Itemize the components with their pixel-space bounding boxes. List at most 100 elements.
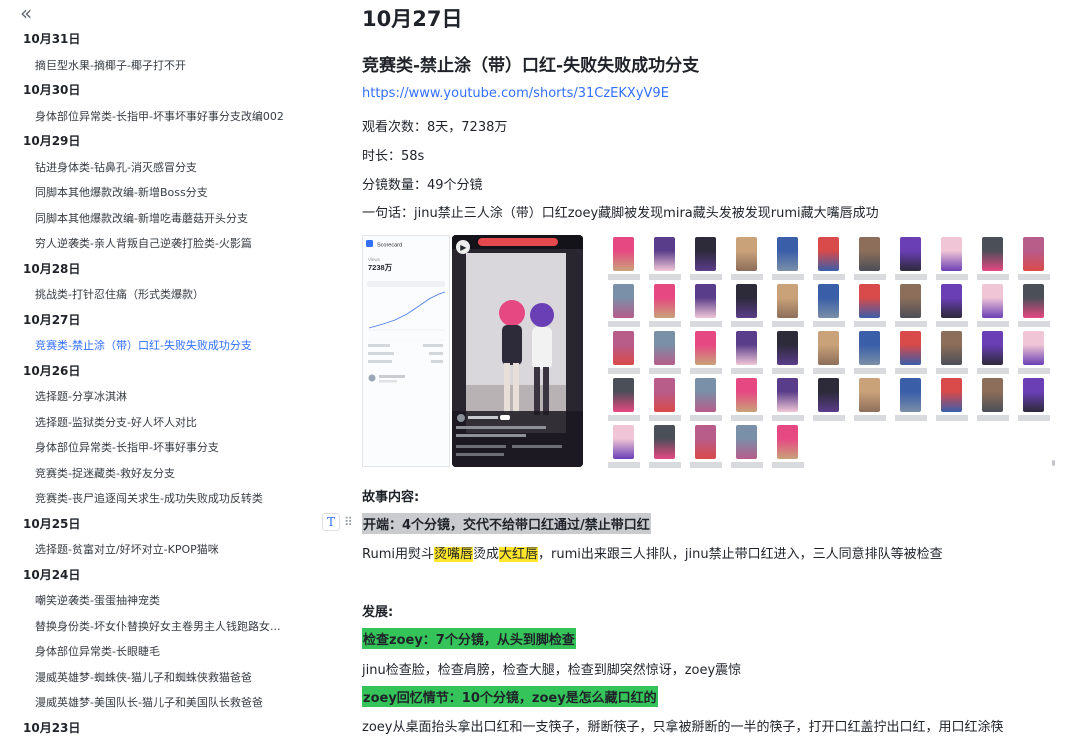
- outline-item[interactable]: 挑战类-打针忍住痛（形式类爆款）: [0, 282, 305, 308]
- outline-item[interactable]: 身体部位异常类-长指甲-坏事好事分支: [0, 435, 305, 461]
- outline-item[interactable]: 穷人逆袭类-亲人背叛自己逆袭打脸类-火影篇: [0, 231, 305, 257]
- storyboard-frame: [777, 284, 798, 318]
- storyboard-frame-caption: [608, 462, 640, 468]
- storyboard-frame: [1023, 378, 1044, 412]
- storyboard-frame: [818, 331, 839, 365]
- storyboard-frame-caption: [895, 274, 927, 280]
- storyboard-frame-caption: [608, 368, 640, 374]
- storyboard-frame: [982, 237, 1003, 271]
- storyboard-frame: [695, 284, 716, 318]
- storyboard-frame: [1023, 237, 1044, 271]
- storyboard-frame: [1023, 284, 1044, 318]
- storyboard-frame-caption: [731, 274, 763, 280]
- document-body: 10月27日 竞赛类-禁止涂（带）口红-失败失败成功分支 https://www…: [362, 0, 1062, 742]
- views-label: 观看次数：: [362, 120, 428, 135]
- meta-line-2: [456, 453, 504, 456]
- image-row: Scorecard Views 7238万 ▶: [362, 235, 1062, 470]
- outline-date-heading[interactable]: 10月28日: [0, 257, 318, 283]
- outline-date-heading[interactable]: 10月29日: [0, 129, 318, 155]
- storyboard-frame-caption: [813, 321, 845, 327]
- storyboard-frame-caption: [649, 415, 681, 421]
- outline-item[interactable]: 选择题-监狱类分支-好人坏人对比: [0, 410, 305, 436]
- storyboard-frame-caption: [854, 368, 886, 374]
- app-name: Scorecard: [377, 243, 402, 249]
- views-line: 观看次数：8天，7238万: [362, 116, 507, 135]
- scrollbar-thumb[interactable]: [1052, 460, 1055, 466]
- outline-date-heading[interactable]: 10月23日: [0, 716, 318, 742]
- outline-item[interactable]: 身体部位异常类-长指甲-坏事坏事好事分支改编002: [0, 104, 305, 130]
- outline-item[interactable]: 漫威英雄梦-蜘蛛侠-猫儿子和蜘蛛侠救猫爸爸: [0, 665, 305, 691]
- storyboard-frame: [736, 284, 757, 318]
- character-left-leg1: [504, 363, 510, 413]
- storyboard-frame: [613, 237, 634, 271]
- outline-item-active[interactable]: 竞赛类-禁止涂（带）口红-失败失败成功分支: [0, 333, 305, 359]
- outline-item[interactable]: 同脚本其他爆款改编-新增吃毒蘑菇开头分支: [0, 206, 305, 232]
- storyboard-frame: [654, 331, 675, 365]
- outline-item[interactable]: 竞赛类-丧尸追逐闯关求生-成功失败成功反转类: [0, 486, 305, 512]
- storyboard-frame: [859, 331, 880, 365]
- outline-item[interactable]: 漫威英雄梦-美国队长-猫儿子和美国队长救爸爸: [0, 690, 305, 716]
- storyboard-frame: [654, 237, 675, 271]
- character-right-hair: [530, 303, 554, 327]
- character-left-leg2: [513, 363, 519, 413]
- block-handle[interactable]: T ⠿: [322, 513, 356, 533]
- outline-item[interactable]: 选择题-分享冰淇淋: [0, 384, 305, 410]
- storyboard-frame-caption: [731, 462, 763, 468]
- outline-item[interactable]: 同脚本其他爆款改编-新增Boss分支: [0, 180, 305, 206]
- storyboard-frame-caption: [813, 415, 845, 421]
- outline-item[interactable]: 钻进身体类-钻鼻孔-消灭感冒分支: [0, 155, 305, 181]
- text-type-icon[interactable]: T: [322, 513, 340, 531]
- views-caption: Views: [368, 257, 381, 262]
- play-icon: ▶: [460, 243, 467, 252]
- storyboard-frame: [736, 237, 757, 271]
- storyboard-frame-caption: [895, 415, 927, 421]
- outline-item[interactable]: 身体部位异常类-长眼睫毛: [0, 639, 305, 665]
- views-number: 7238万: [368, 263, 393, 272]
- video-screenshot[interactable]: ▶: [452, 235, 583, 467]
- meta-line: [512, 445, 562, 448]
- storyboard-frame-caption: [977, 274, 1009, 280]
- storyboard-frame-caption: [690, 368, 722, 374]
- collapse-sidebar-icon[interactable]: «: [20, 3, 40, 25]
- storyboard-frame-caption: [649, 462, 681, 468]
- storyboard-frames-sheet[interactable]: [605, 235, 1060, 468]
- storyboard-frame: [818, 284, 839, 318]
- outline-date-heading[interactable]: 10月26日: [0, 359, 318, 385]
- storyboard-frame: [654, 284, 675, 318]
- storyboard-frame-caption: [608, 274, 640, 280]
- storyboard-frame: [695, 425, 716, 459]
- outline-item[interactable]: 竞赛类-捉迷藏类-救好友分支: [0, 461, 305, 487]
- outline-date-heading[interactable]: 10月31日: [0, 27, 318, 53]
- views-curve: [368, 291, 446, 329]
- outline-date-heading[interactable]: 10月24日: [0, 563, 318, 589]
- stat-row-2-value: [429, 352, 443, 355]
- storyboard-frame-caption: [772, 462, 804, 468]
- outline-date-heading[interactable]: 10月30日: [0, 78, 318, 104]
- flashback-heading-row: zoey回忆情节：10个分镜，zoey是怎么藏口红的: [362, 686, 658, 707]
- storyboard-frame: [695, 331, 716, 365]
- outline-date-heading[interactable]: 10月27日: [0, 308, 318, 334]
- caption-line-1: [456, 426, 546, 429]
- storyboard-frame: [695, 378, 716, 412]
- video-link[interactable]: https://www.youtube.com/shorts/31CzEKXyV…: [362, 86, 669, 101]
- analytics-screenshot[interactable]: Scorecard Views 7238万: [362, 235, 450, 467]
- character-right-leg1: [534, 367, 540, 415]
- outline-item[interactable]: 选择题-贫富对立/好坏对立-KPOP猫咪: [0, 537, 305, 563]
- zoey-flashback-text: zoey从桌面抬头拿出口红和一支筷子，掰断筷子，只拿被掰断的一半的筷子，打开口红…: [362, 720, 1004, 735]
- storyboard-frame-caption: [649, 321, 681, 327]
- storyboard-frame-caption: [1018, 368, 1050, 374]
- zoey-flashback-heading: zoey回忆情节：10个分镜，zoey是怎么藏口红的: [362, 686, 658, 707]
- storyboard-frame: [736, 425, 757, 459]
- analytics-drawing: Scorecard Views 7238万: [366, 240, 446, 383]
- outline-date-heading[interactable]: 10月25日: [0, 512, 318, 538]
- outline-item[interactable]: 嘲笑逆袭类-蛋蛋抽神宠类: [0, 588, 305, 614]
- storyboard-frame: [941, 378, 962, 412]
- drag-handle-icon[interactable]: ⠿: [344, 514, 353, 530]
- storyboard-frame: [613, 425, 634, 459]
- storyboard-frame-caption: [608, 321, 640, 327]
- storyboard-frame: [695, 237, 716, 271]
- storyboard-frame: [982, 284, 1003, 318]
- check-zoey-heading: 检查zoey：7个分镜，从头到脚检查: [362, 628, 576, 649]
- outline-item[interactable]: 替换身份类-坏女仆替换好女主卷男主人钱跑路女...: [0, 614, 305, 640]
- outline-item[interactable]: 摘巨型水果-摘椰子-椰子打不开: [0, 53, 305, 79]
